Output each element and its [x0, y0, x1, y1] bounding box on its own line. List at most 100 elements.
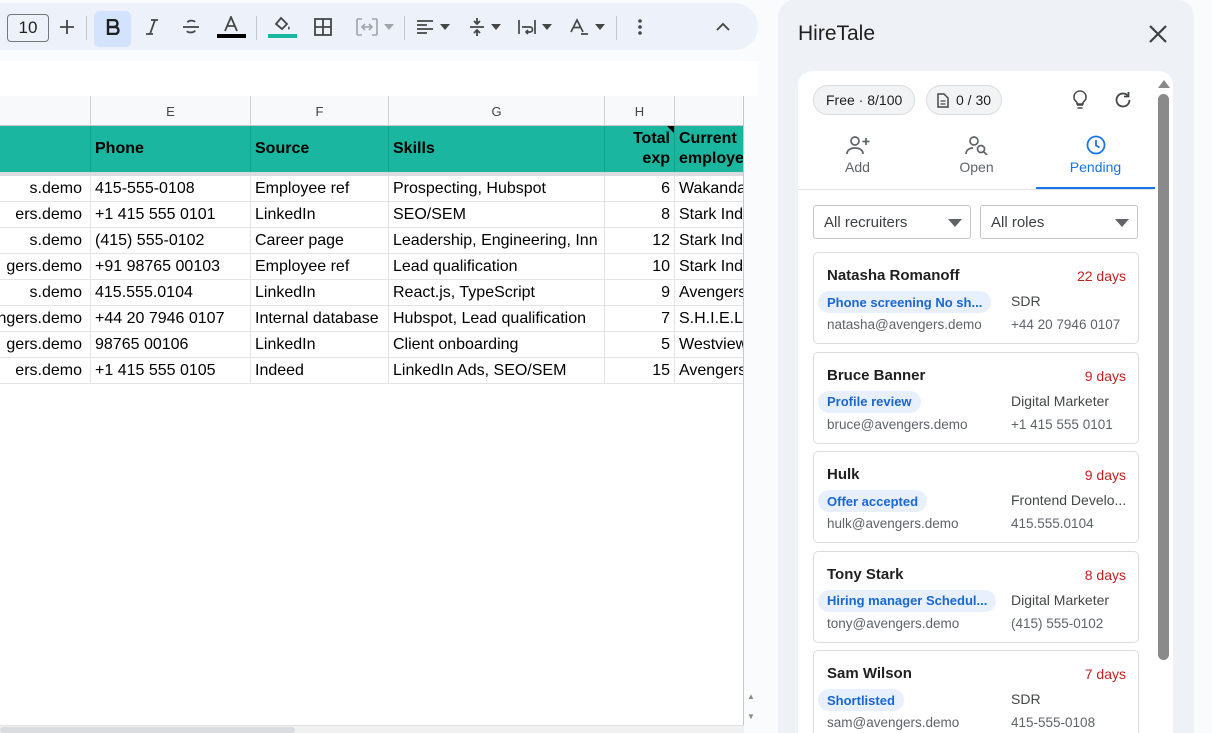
- table-cell[interactable]: s.demo: [0, 280, 91, 306]
- table-cell[interactable]: 6: [605, 176, 675, 202]
- header-cell[interactable]: Source: [251, 126, 389, 172]
- table-cell[interactable]: Lead qualification: [389, 254, 605, 280]
- tab-open[interactable]: Open: [917, 131, 1036, 189]
- text-color-button[interactable]: [216, 3, 246, 50]
- spreadsheet-grid[interactable]: E F G H Phone Source Skills Total exp Cu…: [0, 96, 744, 733]
- table-cell[interactable]: 5: [605, 332, 675, 358]
- scrollbar-thumb[interactable]: [0, 727, 295, 733]
- table-cell[interactable]: Wakanda: [675, 176, 743, 202]
- scroll-up-arrow-icon[interactable]: ▲: [747, 692, 755, 701]
- bold-button[interactable]: [94, 3, 131, 50]
- table-cell[interactable]: 98765 00106: [91, 332, 251, 358]
- table-cell[interactable]: +1 415 555 0105: [91, 358, 251, 384]
- candidate-phone: (415) 555-0102: [1011, 615, 1104, 631]
- panel-scrollbar[interactable]: [1158, 80, 1170, 733]
- table-cell[interactable]: 7: [605, 306, 675, 332]
- header-cell[interactable]: Phone: [91, 126, 251, 172]
- table-cell[interactable]: s.demo: [0, 176, 91, 202]
- table-cell[interactable]: Employee ref: [251, 254, 389, 280]
- table-cell[interactable]: Indeed: [251, 358, 389, 384]
- table-cell[interactable]: LinkedIn: [251, 332, 389, 358]
- table-cell[interactable]: LinkedIn: [251, 280, 389, 306]
- header-cell[interactable]: [0, 126, 91, 172]
- borders-button[interactable]: [310, 3, 336, 50]
- italic-button[interactable]: [139, 3, 165, 50]
- table-cell[interactable]: 9: [605, 280, 675, 306]
- header-cell[interactable]: Current employe: [675, 126, 743, 172]
- candidate-card[interactable]: Tony Stark 8 days Hiring manager Schedul..…: [813, 550, 1139, 643]
- table-cell[interactable]: 415-555-0108: [91, 176, 251, 202]
- horizontal-align-button[interactable]: [412, 3, 454, 50]
- font-size-input[interactable]: 10: [7, 14, 49, 42]
- candidate-card[interactable]: Natasha Romanoff 22 days Phone screening N…: [813, 252, 1139, 344]
- table-cell[interactable]: +1 415 555 0101: [91, 202, 251, 228]
- merge-cells-button[interactable]: [352, 3, 398, 50]
- table-cell[interactable]: (415) 555-0102: [91, 228, 251, 254]
- text-wrapping-button[interactable]: [514, 3, 556, 50]
- table-cell[interactable]: 15: [605, 358, 675, 384]
- table-cell[interactable]: Client onboarding: [389, 332, 605, 358]
- scrollbar-thumb[interactable]: [1158, 94, 1169, 660]
- fill-color-button[interactable]: [266, 3, 298, 50]
- candidate-card[interactable]: Bruce Banner 9 days Profile review Digital …: [813, 351, 1139, 444]
- add-person-icon: [845, 136, 869, 155]
- column-header[interactable]: H: [605, 96, 675, 126]
- more-options-button[interactable]: [628, 3, 652, 50]
- table-cell[interactable]: ers.demo: [0, 202, 91, 228]
- candidate-card[interactable]: Sam Wilson 7 days Shortlisted SDR sam@avenge…: [813, 650, 1139, 733]
- column-header[interactable]: [675, 96, 743, 126]
- table-cell[interactable]: Stark Ind: [675, 254, 743, 280]
- table-cell[interactable]: React.js, TypeScript: [389, 280, 605, 306]
- text-rotation-button[interactable]: [566, 3, 608, 50]
- collapse-toolbar-button[interactable]: [710, 3, 736, 50]
- table-cell[interactable]: LinkedIn: [251, 202, 389, 228]
- table-cell[interactable]: Leadership, Engineering, Inn: [389, 228, 605, 254]
- table-cell[interactable]: Westview: [675, 332, 743, 358]
- table-cell[interactable]: Hubspot, Lead qualification: [389, 306, 605, 332]
- table-cell[interactable]: Stark Ind: [675, 228, 743, 254]
- scroll-down-arrow-icon[interactable]: ▼: [747, 712, 755, 721]
- table-cell[interactable]: 8: [605, 202, 675, 228]
- table-cell[interactable]: S.H.I.E.L: [675, 306, 743, 332]
- refresh-button[interactable]: [1111, 88, 1135, 112]
- sheet-horizontal-scrollbar[interactable]: [0, 725, 744, 733]
- table-cell[interactable]: Internal database: [251, 306, 389, 332]
- tab-add[interactable]: Add: [798, 131, 917, 189]
- table-cell[interactable]: 12: [605, 228, 675, 254]
- sheet-vertical-scrollbar[interactable]: ▲ ▼: [744, 96, 758, 733]
- vertical-align-button[interactable]: [464, 3, 506, 50]
- close-panel-button[interactable]: [1146, 22, 1170, 46]
- tab-pending[interactable]: Pending: [1036, 131, 1155, 189]
- column-header[interactable]: [0, 96, 91, 126]
- table-cell[interactable]: s.demo: [0, 228, 91, 254]
- table-cell[interactable]: Stark Ind: [675, 202, 743, 228]
- column-header[interactable]: F: [251, 96, 389, 126]
- table-cell[interactable]: Avengers: [675, 280, 743, 306]
- role-filter-select[interactable]: All roles: [980, 205, 1138, 239]
- header-cell[interactable]: Skills: [389, 126, 605, 172]
- table-cell[interactable]: Avengers: [675, 358, 743, 384]
- table-cell[interactable]: gers.demo: [0, 332, 91, 358]
- table-cell[interactable]: SEO/SEM: [389, 202, 605, 228]
- scroll-up-arrow-icon[interactable]: [1158, 80, 1170, 88]
- table-cell[interactable]: ers.demo: [0, 358, 91, 384]
- table-cell[interactable]: ngers.demo: [0, 306, 91, 332]
- table-cell[interactable]: 415.555.0104: [91, 280, 251, 306]
- header-cell[interactable]: Total exp: [605, 126, 675, 172]
- strikethrough-button[interactable]: [178, 3, 204, 50]
- column-header[interactable]: G: [389, 96, 605, 126]
- table-cell[interactable]: gers.demo: [0, 254, 91, 280]
- table-cell[interactable]: 10: [605, 254, 675, 280]
- formula-bar[interactable]: [0, 61, 758, 96]
- table-cell[interactable]: Prospecting, Hubspot: [389, 176, 605, 202]
- increase-font-size-button[interactable]: [54, 3, 80, 50]
- table-cell[interactable]: Career page: [251, 228, 389, 254]
- candidate-card[interactable]: Hulk 9 days Offer accepted Frontend Develo.…: [813, 451, 1139, 543]
- table-cell[interactable]: +44 20 7946 0107: [91, 306, 251, 332]
- table-cell[interactable]: LinkedIn Ads, SEO/SEM: [389, 358, 605, 384]
- table-cell[interactable]: Employee ref: [251, 176, 389, 202]
- column-header[interactable]: E: [91, 96, 251, 126]
- table-cell[interactable]: +91 98765 00103: [91, 254, 251, 280]
- recruiter-filter-select[interactable]: All recruiters: [813, 205, 971, 239]
- tips-button[interactable]: [1068, 88, 1092, 112]
